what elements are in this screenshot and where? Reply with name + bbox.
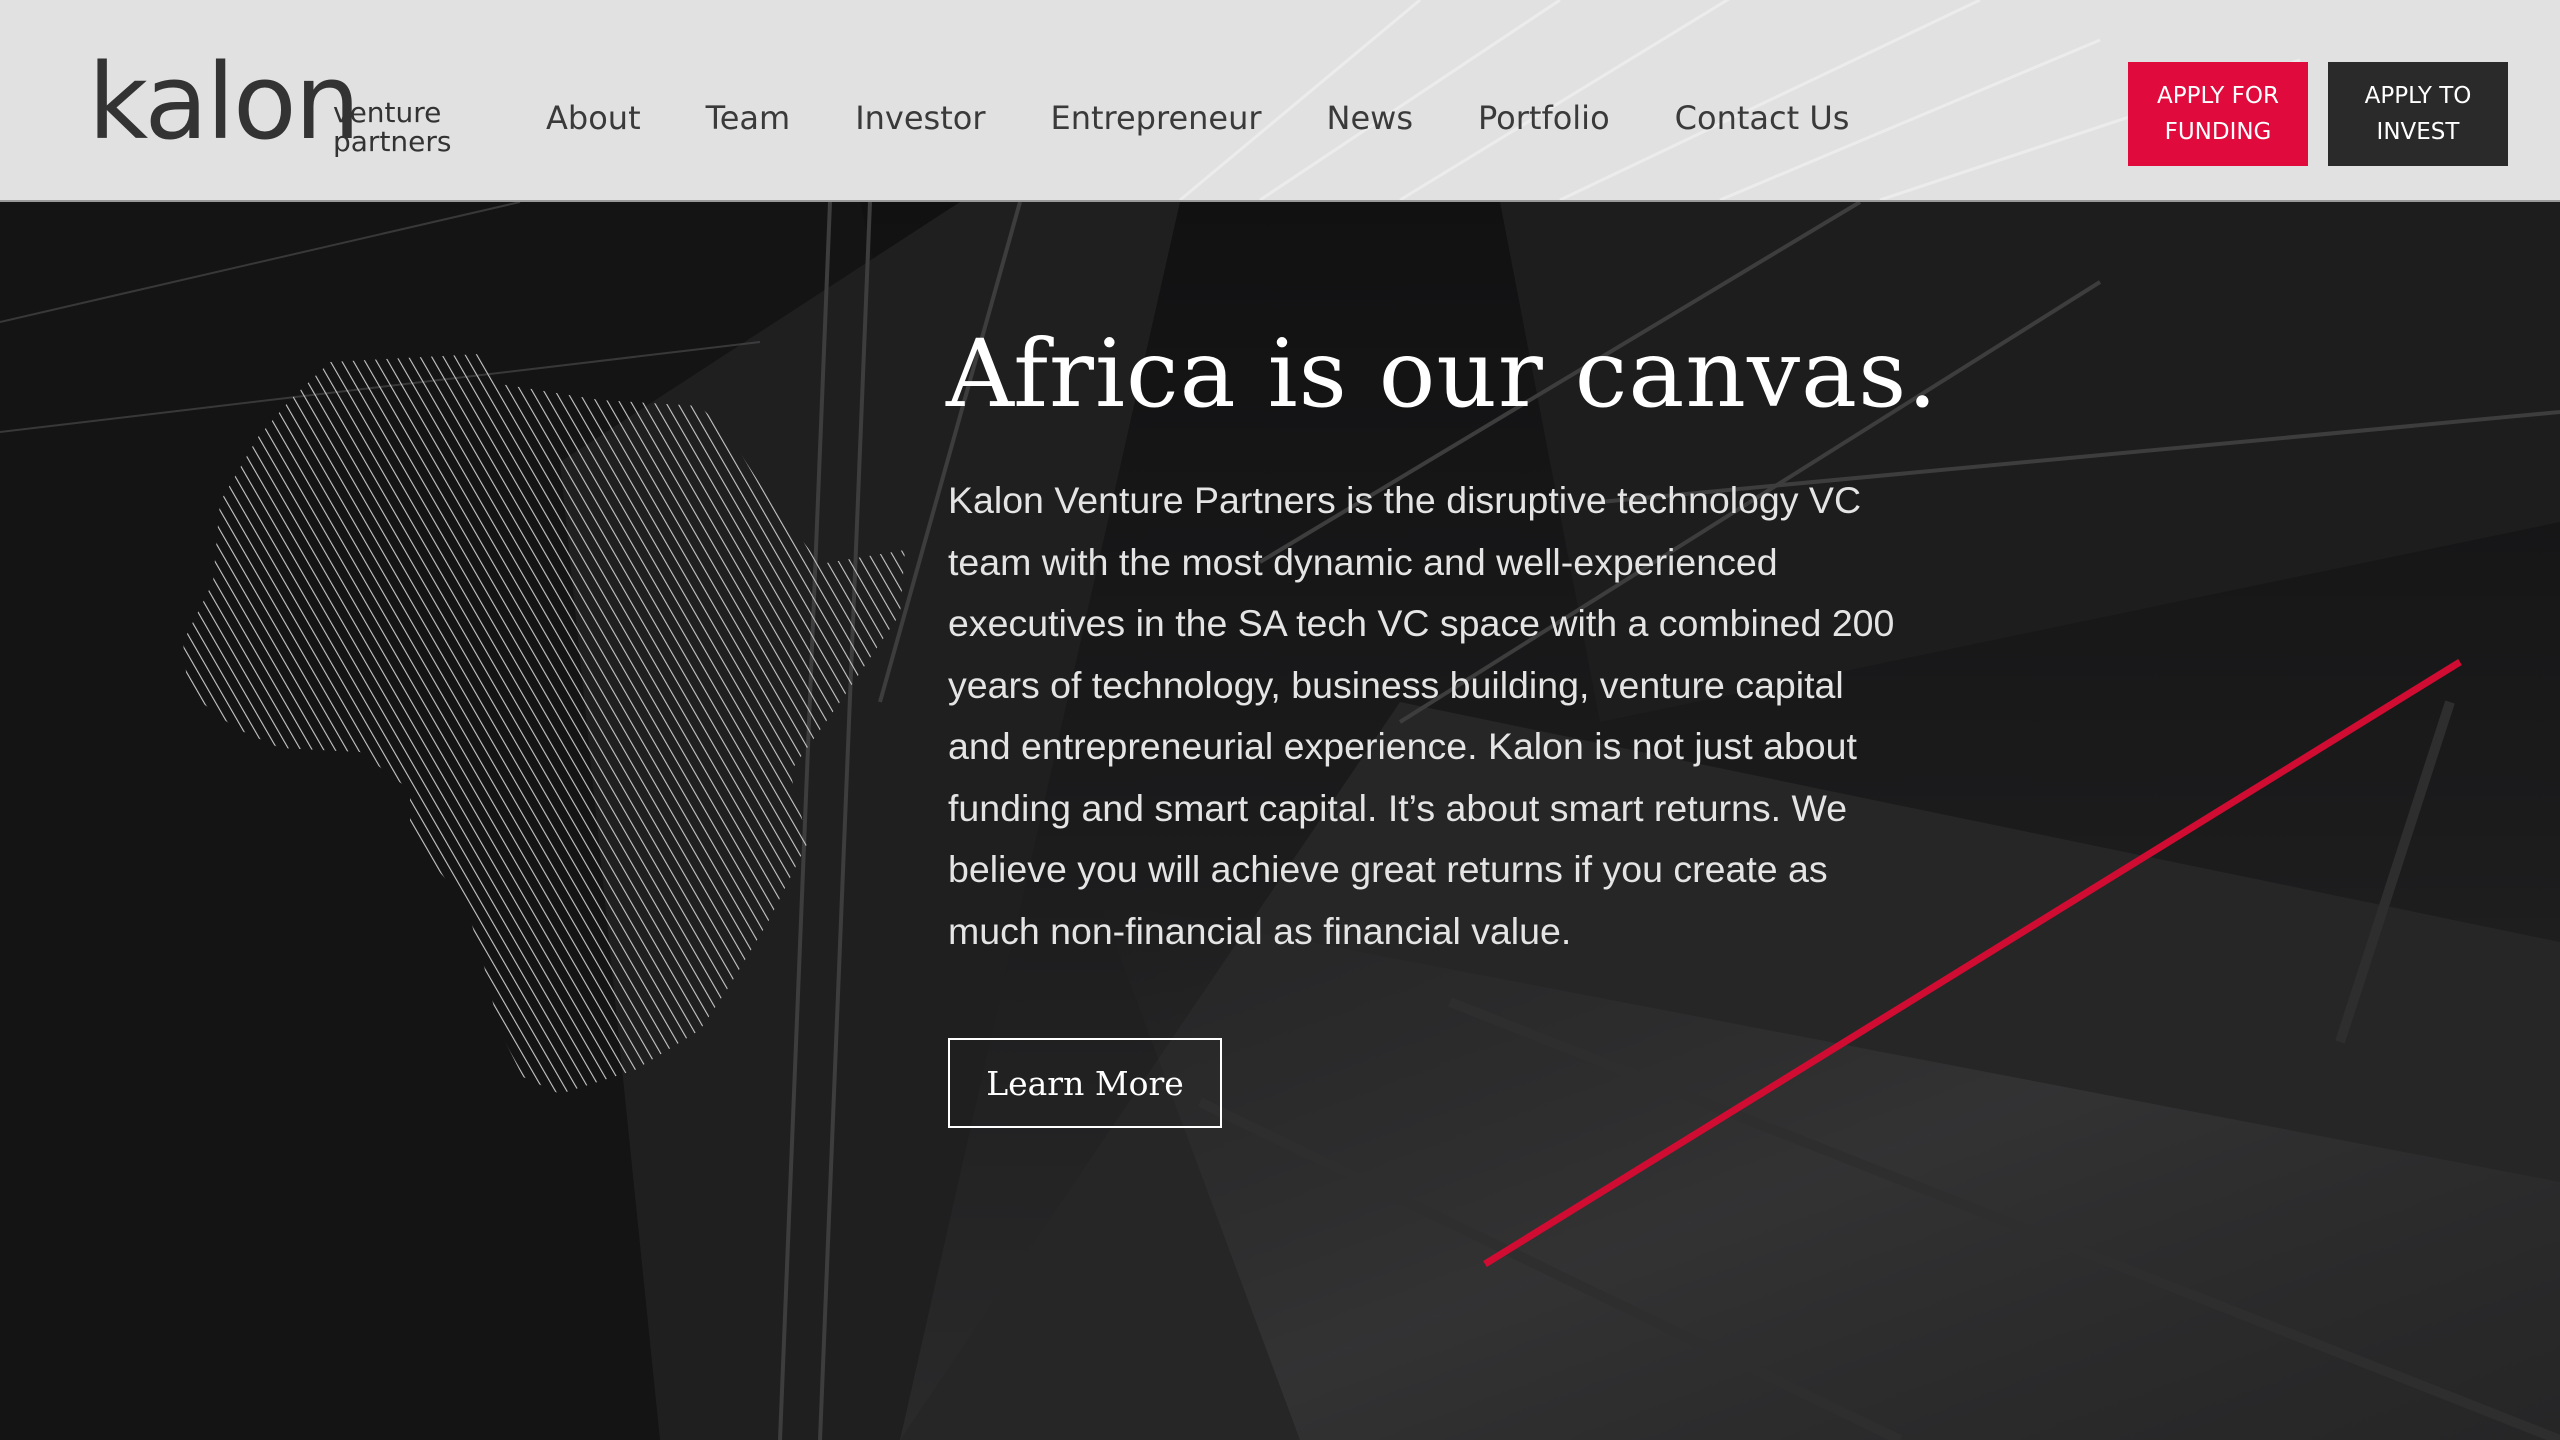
funding-label-line1: APPLY FOR [2157,83,2279,109]
hero-title: Africa is our canvas. [946,320,1939,429]
nav-item-investor[interactable]: Investor [855,92,985,144]
apply-for-funding-button[interactable]: APPLY FOR FUNDING [2128,62,2308,166]
nav-item-about[interactable]: About [546,92,641,144]
hero-description: Kalon Venture Partners is the disruptive… [948,479,1895,952]
africa-map-graphic [183,354,905,1094]
invest-label-line1: APPLY TO [2364,83,2472,109]
invest-label-line2: INVEST [2376,119,2460,145]
funding-label-line2: FUNDING [2164,119,2272,145]
logo-subtitle: venture partners [333,98,452,156]
logo-sub-line1: venture [333,96,442,129]
nav-item-portfolio[interactable]: Portfolio [1478,92,1610,144]
nav-item-team[interactable]: Team [706,92,791,144]
learn-more-button[interactable]: Learn More [948,1038,1222,1128]
apply-to-invest-button[interactable]: APPLY TO INVEST [2328,62,2508,166]
nav-item-contact-us[interactable]: Contact Us [1675,92,1850,144]
site-header: kalon venture partners About Team Invest… [0,0,2560,202]
nav-item-entrepreneur[interactable]: Entrepreneur [1050,92,1261,144]
kalon-logo[interactable]: kalon venture partners [88,36,468,168]
main-nav: About Team Investor Entrepreneur News Po… [546,92,1914,144]
logo-sub-line2: partners [333,125,452,158]
nav-item-news[interactable]: News [1327,92,1413,144]
logo-wordmark: kalon [88,41,361,163]
hero-section: Africa is our canvas. Kalon Venture Part… [0,202,2560,1440]
